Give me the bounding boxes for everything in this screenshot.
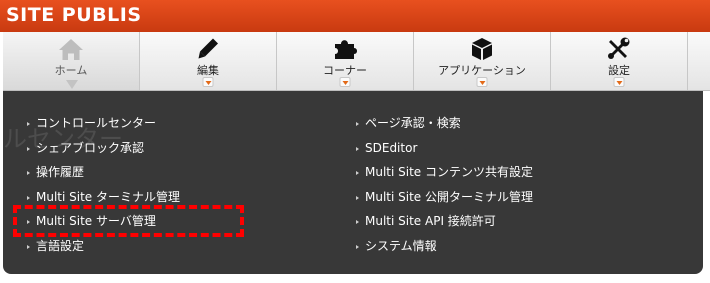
tools-icon [608,37,630,59]
nav-settings-dropdown-icon[interactable] [613,77,625,87]
bullet-icon [356,244,359,249]
bullet-icon [356,146,359,151]
main-nav: ホーム 編集 コーナー アプリケーション 設定 [3,32,710,91]
home-icon [59,39,83,60]
bullet-icon [27,122,30,126]
bullet-icon [356,195,359,200]
menu-item-share-block-approval[interactable]: シェアブロック承認 [27,136,180,161]
active-menu-pointer [66,80,78,89]
nav-corner-dropdown-icon[interactable] [339,77,351,87]
nav-edit-dropdown-icon[interactable] [202,77,214,87]
pencil-icon [198,38,218,59]
bullet-icon [356,171,359,175]
puzzle-icon [335,40,357,59]
brand-bar: SITE PUBLIS [0,0,710,32]
bullet-icon [356,122,359,126]
nav-corner-label: コーナー [323,64,367,77]
menu-item-sdeditor[interactable]: SDEditor [356,136,533,161]
nav-edit-label: 編集 [197,64,219,77]
highlight-annotation [13,205,244,237]
bullet-icon [356,220,359,224]
menu-item-operation-history[interactable]: 操作履歴 [27,160,180,185]
brand-title: SITE PUBLIS [6,4,142,26]
bullet-icon [27,171,30,175]
menu-item-page-approval-search[interactable]: ページ承認・検索 [356,111,533,136]
nav-home-label: ホーム [54,64,88,77]
nav-application-label: アプリケーション [438,64,526,77]
nav-application-dropdown-icon[interactable] [476,77,488,87]
nav-settings[interactable]: 設定 [551,32,688,90]
bullet-icon [27,244,30,249]
menu-item-language-settings[interactable]: 言語設定 [27,234,180,259]
menu-item-control-center[interactable]: コントロールセンター [27,111,180,136]
cube-icon [472,38,492,60]
menu-item-multisite-public-terminal[interactable]: Multi Site 公開ターミナル管理 [356,185,533,210]
menu-item-multisite-content-share[interactable]: Multi Site コンテンツ共有設定 [356,160,533,185]
nav-edit[interactable]: 編集 [140,32,277,90]
nav-settings-label: 設定 [608,64,630,77]
nav-application[interactable]: アプリケーション [414,32,551,90]
bullet-icon [27,195,30,200]
menu-column-right: ページ承認・検索 SDEditor Multi Site コンテンツ共有設定 M… [356,111,533,258]
menu-item-system-info[interactable]: システム情報 [356,234,533,259]
menu-item-multisite-api-permission[interactable]: Multi Site API 接続許可 [356,209,533,234]
home-dropdown-menu: ルセンター コントロールセンター シェアブロック承認 操作履歴 Multi Si… [3,91,703,274]
bullet-icon [27,146,30,151]
nav-corner[interactable]: コーナー [277,32,414,90]
